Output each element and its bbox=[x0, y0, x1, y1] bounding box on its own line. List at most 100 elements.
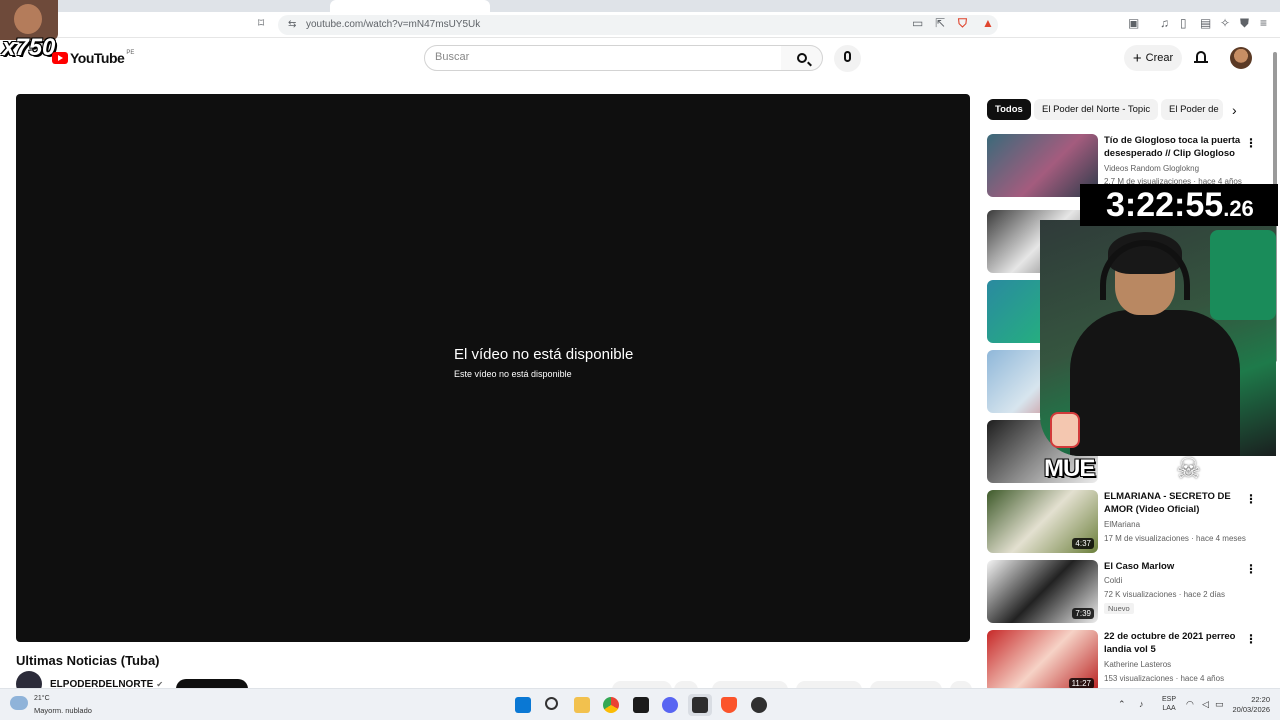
chip-topic[interactable]: El Poder del Norte - Topic bbox=[1034, 99, 1159, 120]
video-thumbnail[interactable]: 11:27 bbox=[987, 630, 1098, 693]
error-subtitle: Este vídeo no está disponible bbox=[454, 369, 572, 379]
keyboard-layout: LAA bbox=[1162, 705, 1176, 712]
browser-tab-strip bbox=[0, 0, 1280, 12]
video-thumbnail[interactable]: 7:39 bbox=[987, 560, 1098, 623]
bookmark-icon[interactable]: ⌑ bbox=[258, 16, 264, 30]
streamer-body bbox=[1070, 310, 1240, 456]
new-badge: Nuevo bbox=[1104, 603, 1134, 614]
recommendation-item[interactable]: 11:27 22 de octubre de 2021 perreo landi… bbox=[987, 630, 1267, 694]
microphone-icon bbox=[844, 51, 851, 62]
video-duration: 7:39 bbox=[1072, 608, 1094, 619]
timer-fraction: .26 bbox=[1223, 196, 1254, 221]
system-clock[interactable]: 22:20 20/03/2026 bbox=[1226, 695, 1270, 715]
language-code: ESP bbox=[1162, 696, 1177, 703]
chrome-icon[interactable] bbox=[603, 697, 619, 713]
wallet-icon[interactable]: ▤ bbox=[1200, 16, 1211, 30]
discord-icon[interactable] bbox=[662, 697, 678, 713]
chip-channel[interactable]: El Poder de bbox=[1161, 99, 1223, 120]
extensions-icon[interactable]: ✧ bbox=[1220, 16, 1230, 30]
file-explorer-icon[interactable] bbox=[574, 697, 590, 713]
search-box bbox=[424, 45, 782, 71]
brave-browser-icon[interactable] bbox=[721, 697, 737, 713]
more-options-icon[interactable]: ⋮ bbox=[1245, 632, 1257, 646]
brave-shields-icon[interactable]: ⛉ bbox=[958, 16, 967, 31]
windows-taskbar: 21°C Mayorm. nublado ⌃ ♪ ESP LAA ◠ ◁ ▭ 2… bbox=[0, 688, 1280, 720]
skull-icon: ☠ bbox=[1176, 453, 1202, 484]
video-thumbnail[interactable]: 4:37 bbox=[987, 490, 1098, 553]
player-error-message: El vídeo no está disponible Este vídeo n… bbox=[454, 346, 633, 379]
rec-title[interactable]: ELMARIANA - SECRETO DE AMOR (Video Ofici… bbox=[1104, 490, 1244, 516]
overlay-caption: MUE bbox=[1044, 455, 1095, 482]
plus-icon: + bbox=[1132, 49, 1142, 67]
site-settings-icon[interactable]: ⇆ bbox=[288, 19, 296, 30]
microphone-tray-icon[interactable]: ♪ bbox=[1139, 699, 1144, 709]
clock-time: 22:20 bbox=[1251, 695, 1270, 704]
rec-meta: 153 visualizaciones · hace 4 años bbox=[1104, 674, 1225, 683]
weather-temperature[interactable]: 21°C bbox=[34, 695, 50, 702]
obs-studio-icon[interactable] bbox=[751, 697, 767, 713]
video-title: Ultimas Noticias (Tuba) bbox=[16, 653, 160, 668]
windows-start-icon[interactable] bbox=[515, 697, 531, 713]
create-button[interactable]: + Crear bbox=[1124, 45, 1182, 71]
search-button[interactable] bbox=[781, 45, 823, 71]
more-options-icon[interactable]: ⋮ bbox=[1245, 492, 1257, 506]
notifications-icon[interactable] bbox=[1193, 50, 1209, 66]
address-bar[interactable]: ⇆ youtube.com/watch?v=mN47msUY5Uk bbox=[278, 15, 998, 35]
rec-title[interactable]: El Caso Marlow bbox=[1104, 560, 1244, 573]
face-image bbox=[14, 4, 42, 34]
more-options-icon[interactable]: ⋮ bbox=[1245, 136, 1257, 150]
search-icon[interactable] bbox=[545, 697, 558, 710]
video-duration: 4:37 bbox=[1072, 538, 1094, 549]
wifi-icon[interactable]: ◠ bbox=[1186, 699, 1194, 710]
video-player[interactable]: El vídeo no está disponible Este vídeo n… bbox=[16, 94, 970, 642]
stream-timer: 3:22:55.26 bbox=[1080, 184, 1278, 226]
chip-all[interactable]: Todos bbox=[987, 99, 1031, 120]
youtube-logo[interactable]: YouTube PE bbox=[52, 50, 134, 66]
chevron-right-icon[interactable]: › bbox=[1232, 102, 1237, 118]
create-label: Crear bbox=[1145, 52, 1174, 64]
recommendation-item[interactable]: 4:37 ELMARIANA - SECRETO DE AMOR (Video … bbox=[987, 490, 1267, 554]
recommendation-item[interactable]: 7:39 El Caso Marlow Coldi 72 K visualiza… bbox=[987, 560, 1267, 624]
youtube-logo-text: YouTube bbox=[70, 50, 125, 66]
rec-channel[interactable]: Coldi bbox=[1104, 576, 1122, 585]
language-indicator[interactable]: ESP LAA bbox=[1162, 695, 1176, 713]
brave-rewards-icon[interactable]: ▲ bbox=[982, 16, 994, 30]
cast-icon[interactable]: ▭ bbox=[912, 16, 923, 30]
reader-mode-icon[interactable]: ▣ bbox=[1128, 16, 1139, 30]
clock-date: 20/03/2026 bbox=[1232, 705, 1270, 714]
account-avatar[interactable] bbox=[1230, 47, 1252, 69]
rec-channel[interactable]: ElMariana bbox=[1104, 520, 1140, 529]
more-options-icon[interactable]: ⋮ bbox=[1245, 562, 1257, 576]
media-icon[interactable]: ♫ bbox=[1160, 16, 1169, 30]
terminal-icon[interactable] bbox=[633, 697, 649, 713]
multiplier-badge: x750 bbox=[2, 34, 56, 61]
error-title: El vídeo no está disponible bbox=[454, 346, 634, 363]
search-input[interactable] bbox=[435, 51, 765, 63]
background-shelf bbox=[1210, 230, 1276, 320]
show-hidden-icons-icon[interactable]: ⌃ bbox=[1118, 699, 1126, 710]
rec-title[interactable]: 22 de octubre de 2021 perreo landia vol … bbox=[1104, 630, 1244, 656]
browser-toolbar: ⇆ youtube.com/watch?v=mN47msUY5Uk bbox=[0, 12, 1280, 38]
sticker-icon bbox=[1050, 412, 1080, 448]
weather-description[interactable]: Mayorm. nublado bbox=[34, 706, 92, 715]
rec-channel[interactable]: Videos Random Gloglokng bbox=[1104, 164, 1199, 173]
voice-search-button[interactable] bbox=[834, 45, 861, 72]
obs-window-icon[interactable] bbox=[692, 697, 708, 713]
sidebar-icon[interactable]: ▯ bbox=[1180, 16, 1187, 30]
url-text[interactable]: youtube.com/watch?v=mN47msUY5Uk bbox=[306, 19, 480, 30]
rec-meta: 17 M de visualizaciones · hace 4 meses bbox=[1104, 534, 1246, 543]
region-code: PE bbox=[126, 50, 135, 56]
menu-icon[interactable]: ≡ bbox=[1260, 16, 1267, 30]
battery-icon[interactable]: ▭ bbox=[1215, 699, 1224, 710]
rec-channel[interactable]: Katherine Lasteros bbox=[1104, 660, 1171, 669]
youtube-play-icon bbox=[52, 52, 68, 64]
rec-meta: 72 K visualizaciones · hace 2 días bbox=[1104, 590, 1225, 599]
rec-title[interactable]: Tío de Glogloso toca la puerta desespera… bbox=[1104, 134, 1244, 160]
timer-main: 3:22:55 bbox=[1106, 186, 1224, 224]
search-icon bbox=[797, 53, 807, 63]
browser-tab-active[interactable] bbox=[330, 0, 490, 12]
share-icon[interactable]: ⇱ bbox=[935, 16, 945, 30]
volume-icon[interactable]: ◁ bbox=[1202, 699, 1209, 710]
weather-icon[interactable] bbox=[10, 696, 28, 710]
vpn-icon[interactable]: ⛊ bbox=[1240, 16, 1249, 31]
